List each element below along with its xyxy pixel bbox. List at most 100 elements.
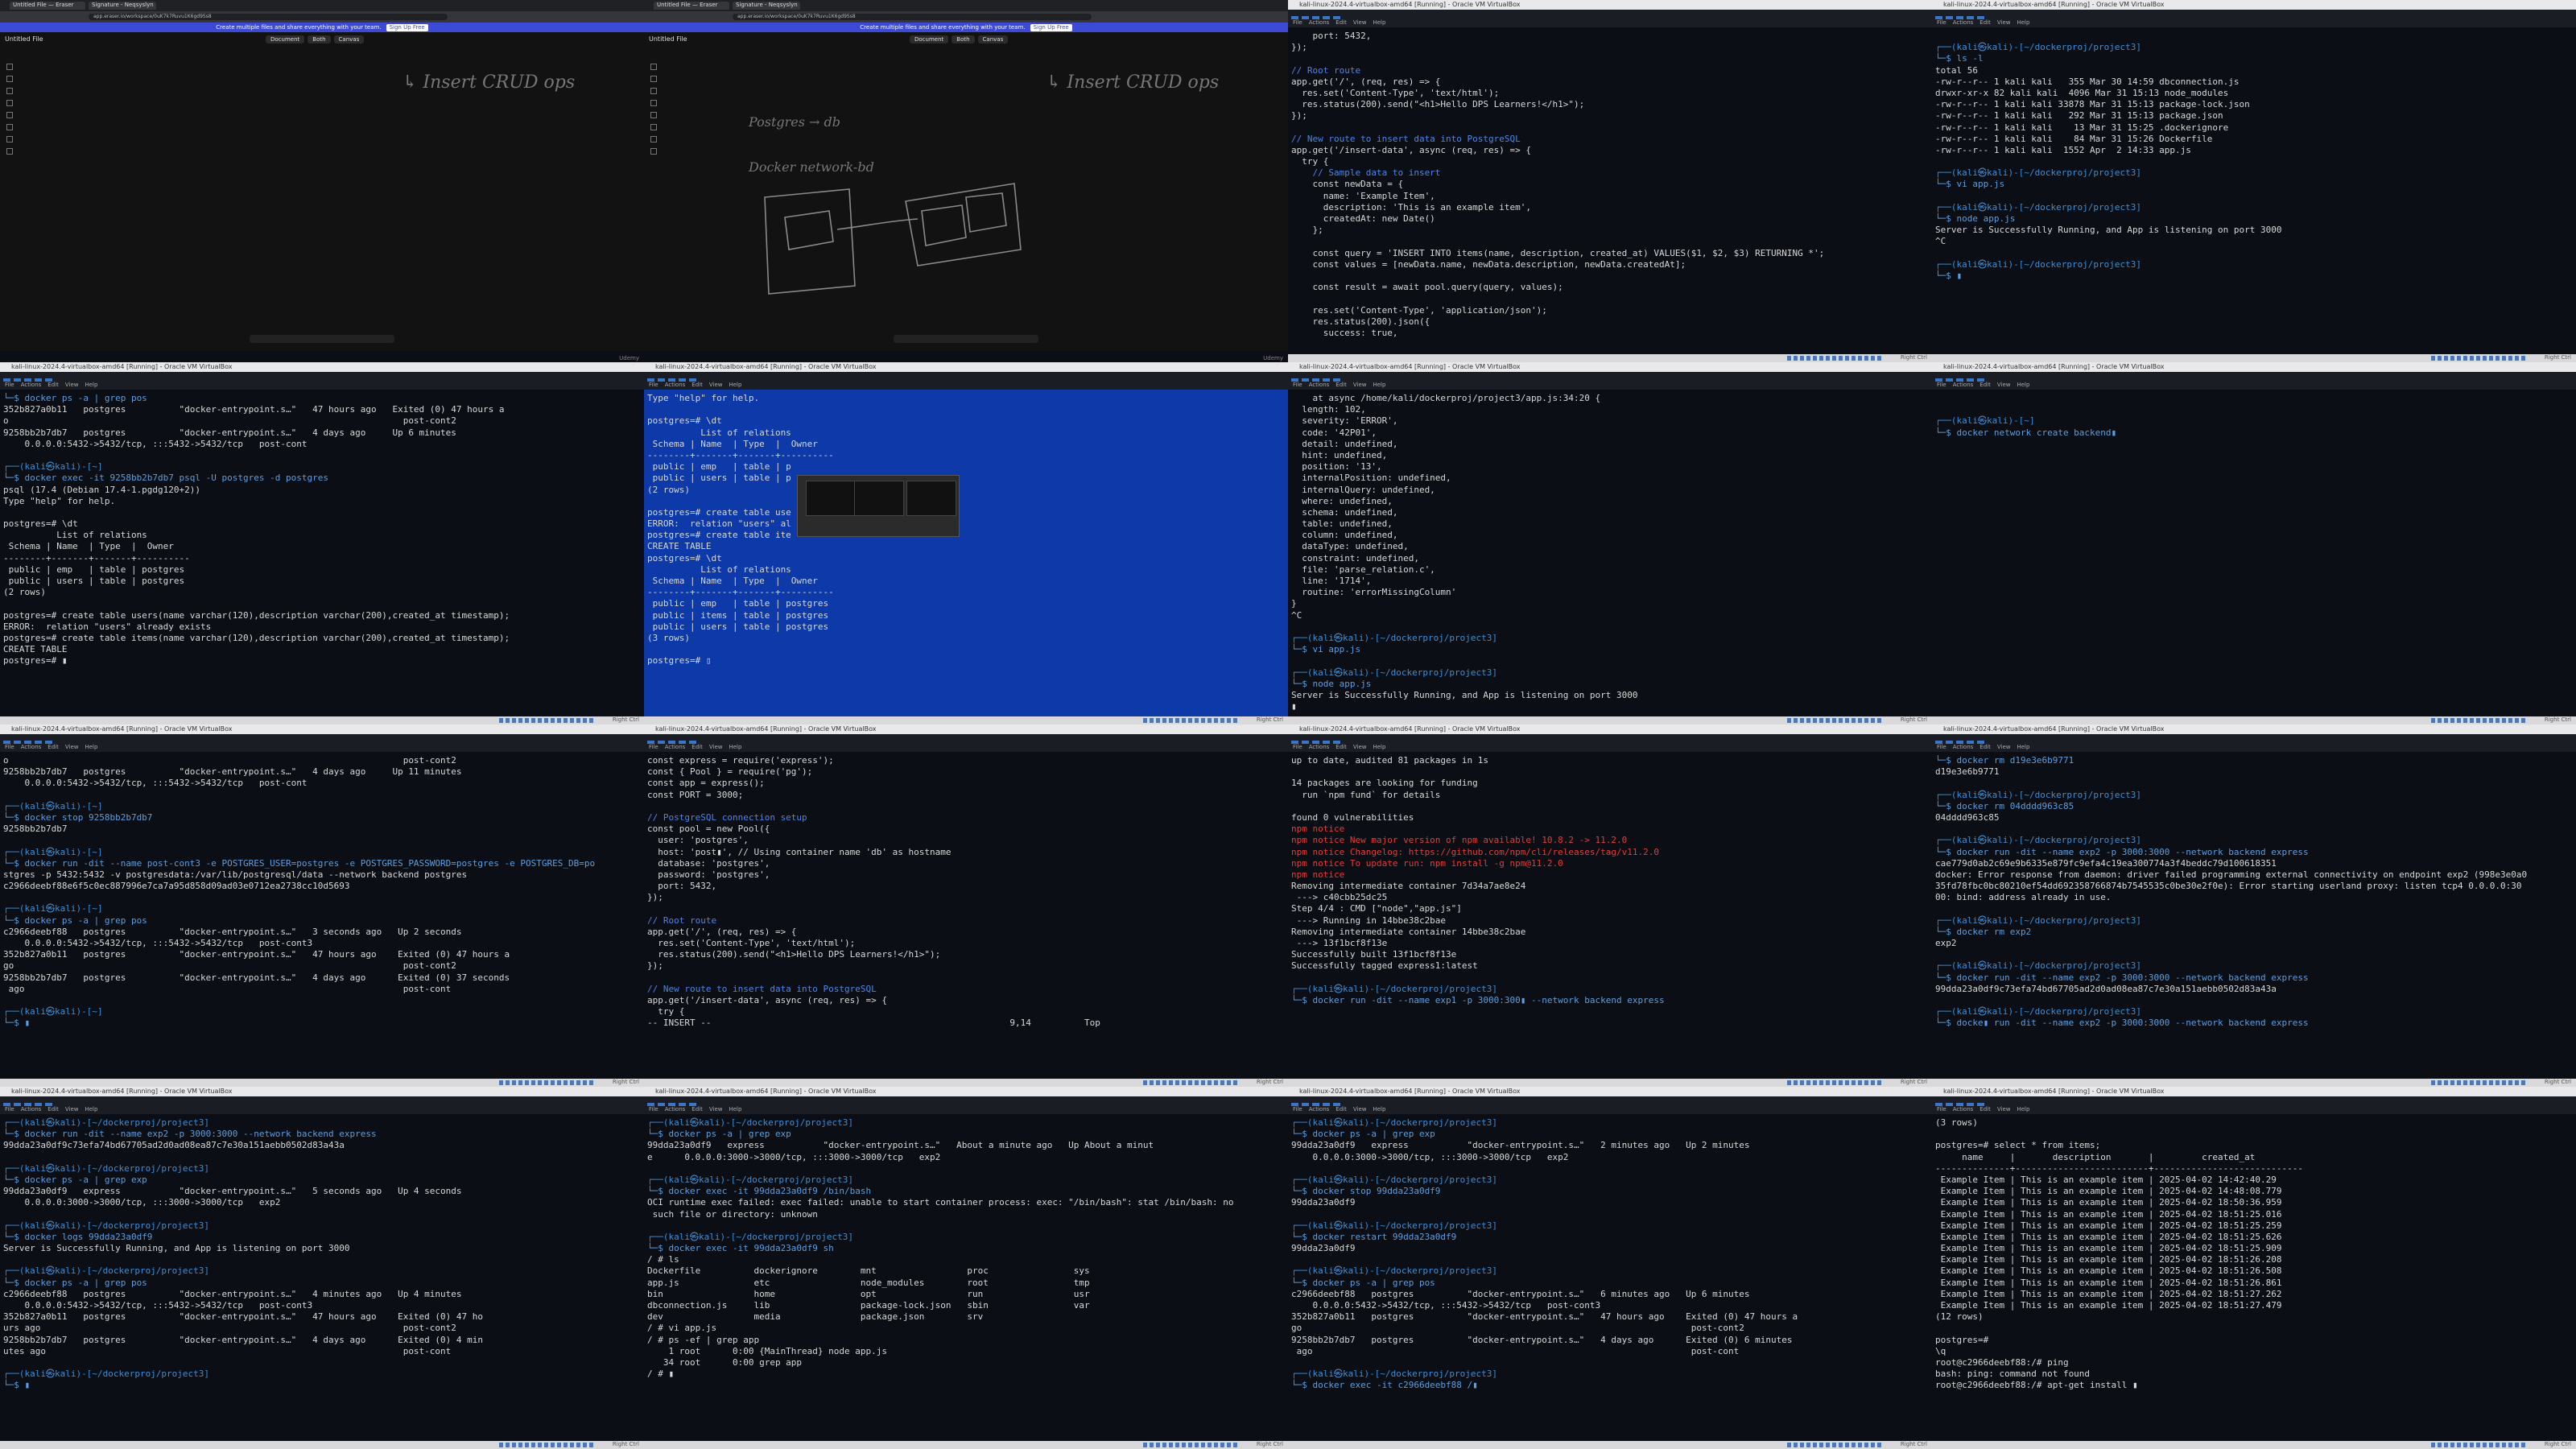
terminal-output[interactable]: port: 5432,}); // Root route app.get('/', … xyxy=(1291,31,1929,351)
menu-item[interactable]: Edit xyxy=(1335,19,1347,26)
terminal-output[interactable]: (3 rows) postgres=# select * from items; … xyxy=(1935,1117,2573,1438)
menu-item[interactable]: Actions xyxy=(1309,19,1330,26)
menu-item[interactable]: Help xyxy=(1373,744,1385,750)
menu-item[interactable]: Edit xyxy=(691,382,703,388)
menu-item[interactable]: View xyxy=(1997,744,2011,750)
menu-item[interactable]: View xyxy=(1353,19,1367,26)
menu-item[interactable]: Help xyxy=(2017,19,2029,26)
menu-item[interactable]: View xyxy=(709,744,723,750)
window-switcher[interactable] xyxy=(797,475,960,537)
menu-item[interactable]: File xyxy=(1293,1106,1302,1113)
menu-item[interactable]: Actions xyxy=(21,744,42,750)
terminal-output[interactable]: at async /home/kali/dockerproj/project3/… xyxy=(1291,393,1929,713)
menu-item[interactable]: File xyxy=(5,744,14,750)
menu-item[interactable]: Actions xyxy=(665,1106,686,1113)
view-tab[interactable]: Canvas xyxy=(333,35,365,43)
browser-tab[interactable]: Signature - Neqsyslyn xyxy=(89,2,156,10)
window-thumbnail[interactable] xyxy=(806,481,856,516)
menu-item[interactable]: View xyxy=(65,382,79,388)
menu-item[interactable]: Help xyxy=(2017,382,2029,388)
menu-item[interactable]: Actions xyxy=(1953,19,1974,26)
menu-item[interactable]: Help xyxy=(85,382,97,388)
browser-tab[interactable]: Untitled File — Eraser xyxy=(10,2,85,10)
menu-item[interactable]: Help xyxy=(1373,382,1385,388)
menu-item[interactable]: Help xyxy=(1373,1106,1385,1113)
tool-icon[interactable] xyxy=(6,64,13,70)
menu-item[interactable]: Help xyxy=(1373,19,1385,26)
menu-item[interactable]: Actions xyxy=(1309,382,1330,388)
tool-icon[interactable] xyxy=(6,100,13,106)
menu-item[interactable]: File xyxy=(1937,744,1946,750)
menu-item[interactable]: View xyxy=(65,1106,79,1113)
url-field[interactable]: app.eraser.io/workspace/0uK7k7Ruvu1K6gd9… xyxy=(89,14,448,20)
terminal-output[interactable]: ┌──(kali㉿kali)-[~] └─$ docker network cre… xyxy=(1935,393,2573,713)
menu-item[interactable]: File xyxy=(649,1106,658,1113)
terminal-output[interactable]: ┌──(kali㉿kali)-[~/dockerproj/project3] └─… xyxy=(1291,1117,1929,1438)
terminal-output[interactable]: └─$ docker rm d19e3e6b9771 d19e3e6b9771 ┌─… xyxy=(1935,755,2573,1075)
menu-item[interactable]: Actions xyxy=(1309,744,1330,750)
menu-item[interactable]: File xyxy=(649,744,658,750)
menu-item[interactable]: Actions xyxy=(665,744,686,750)
window-thumbnail[interactable] xyxy=(906,481,956,516)
menu-item[interactable]: File xyxy=(1937,382,1946,388)
file-title[interactable]: Untitled File xyxy=(5,35,43,43)
terminal-output[interactable]: o post-cont2 9258bb2b7db7 postgres "docke… xyxy=(3,755,641,1075)
menu-item[interactable]: Actions xyxy=(1309,1106,1330,1113)
menu-item[interactable]: Edit xyxy=(1979,1106,1991,1113)
menu-item[interactable]: View xyxy=(1353,744,1367,750)
window-thumbnail[interactable] xyxy=(854,481,904,516)
terminal-output[interactable]: Type "help" for help. postgres=# \dt List… xyxy=(647,393,1285,713)
menu-item[interactable]: Help xyxy=(2017,744,2029,750)
menu-item[interactable]: File xyxy=(1293,19,1302,26)
menu-item[interactable]: View xyxy=(1997,382,2011,388)
menu-item[interactable]: Edit xyxy=(47,382,59,388)
menu-item[interactable]: File xyxy=(649,382,658,388)
terminal-output[interactable]: ┌──(kali㉿kali)-[~/dockerproj/project3] └─… xyxy=(1935,31,2573,351)
view-tab[interactable]: Both xyxy=(308,35,331,43)
menu-item[interactable]: Help xyxy=(729,744,741,750)
tool-icon[interactable] xyxy=(6,88,13,94)
menu-item[interactable]: Edit xyxy=(691,744,703,750)
menu-item[interactable]: Help xyxy=(729,1106,741,1113)
zoom-toolbar[interactable] xyxy=(250,335,394,343)
terminal-output[interactable]: ┌──(kali㉿kali)-[~/dockerproj/project3] └─… xyxy=(3,1117,641,1438)
menu-item[interactable]: Actions xyxy=(1953,1106,1974,1113)
tool-icon[interactable] xyxy=(6,76,13,82)
tool-icon[interactable] xyxy=(6,136,13,142)
menu-item[interactable]: Edit xyxy=(1979,744,1991,750)
menu-item[interactable]: Edit xyxy=(691,1106,703,1113)
menu-item[interactable]: Actions xyxy=(665,382,686,388)
menu-item[interactable]: File xyxy=(1937,1106,1946,1113)
menu-item[interactable]: Actions xyxy=(21,382,42,388)
menu-item[interactable]: View xyxy=(1997,1106,2011,1113)
menu-item[interactable]: Actions xyxy=(1953,382,1974,388)
menu-item[interactable]: Help xyxy=(85,744,97,750)
menu-item[interactable]: Help xyxy=(85,1106,97,1113)
sign-up-button[interactable]: Sign Up Free xyxy=(386,24,428,31)
terminal-output[interactable]: ┌──(kali㉿kali)-[~/dockerproj/project3] └─… xyxy=(647,1117,1285,1438)
menu-item[interactable]: File xyxy=(5,1106,14,1113)
menu-item[interactable]: Edit xyxy=(1335,382,1347,388)
menu-item[interactable]: Actions xyxy=(21,1106,42,1113)
menu-item[interactable]: File xyxy=(1293,382,1302,388)
menu-item[interactable]: Edit xyxy=(47,1106,59,1113)
menu-item[interactable]: Edit xyxy=(1335,1106,1347,1113)
menu-item[interactable]: View xyxy=(1353,382,1367,388)
tool-icon[interactable] xyxy=(6,148,13,155)
tool-icon[interactable] xyxy=(6,124,13,130)
menu-item[interactable]: Help xyxy=(2017,1106,2029,1113)
menu-item[interactable]: View xyxy=(709,382,723,388)
menu-item[interactable]: View xyxy=(1997,19,2011,26)
menu-item[interactable]: Actions xyxy=(1953,744,1974,750)
menu-item[interactable]: View xyxy=(65,744,79,750)
menu-item[interactable]: File xyxy=(1937,19,1946,26)
menu-item[interactable]: Edit xyxy=(1979,19,1991,26)
menu-item[interactable]: View xyxy=(1353,1106,1367,1113)
view-tab[interactable]: Document xyxy=(266,35,305,43)
menu-item[interactable]: File xyxy=(5,382,14,388)
menu-item[interactable]: Edit xyxy=(47,744,59,750)
menu-item[interactable]: View xyxy=(709,1106,723,1113)
tool-icon[interactable] xyxy=(6,112,13,118)
terminal-output[interactable]: └─$ docker ps -a | grep pos 352b827a0b11 … xyxy=(3,393,641,713)
menu-item[interactable]: File xyxy=(1293,744,1302,750)
